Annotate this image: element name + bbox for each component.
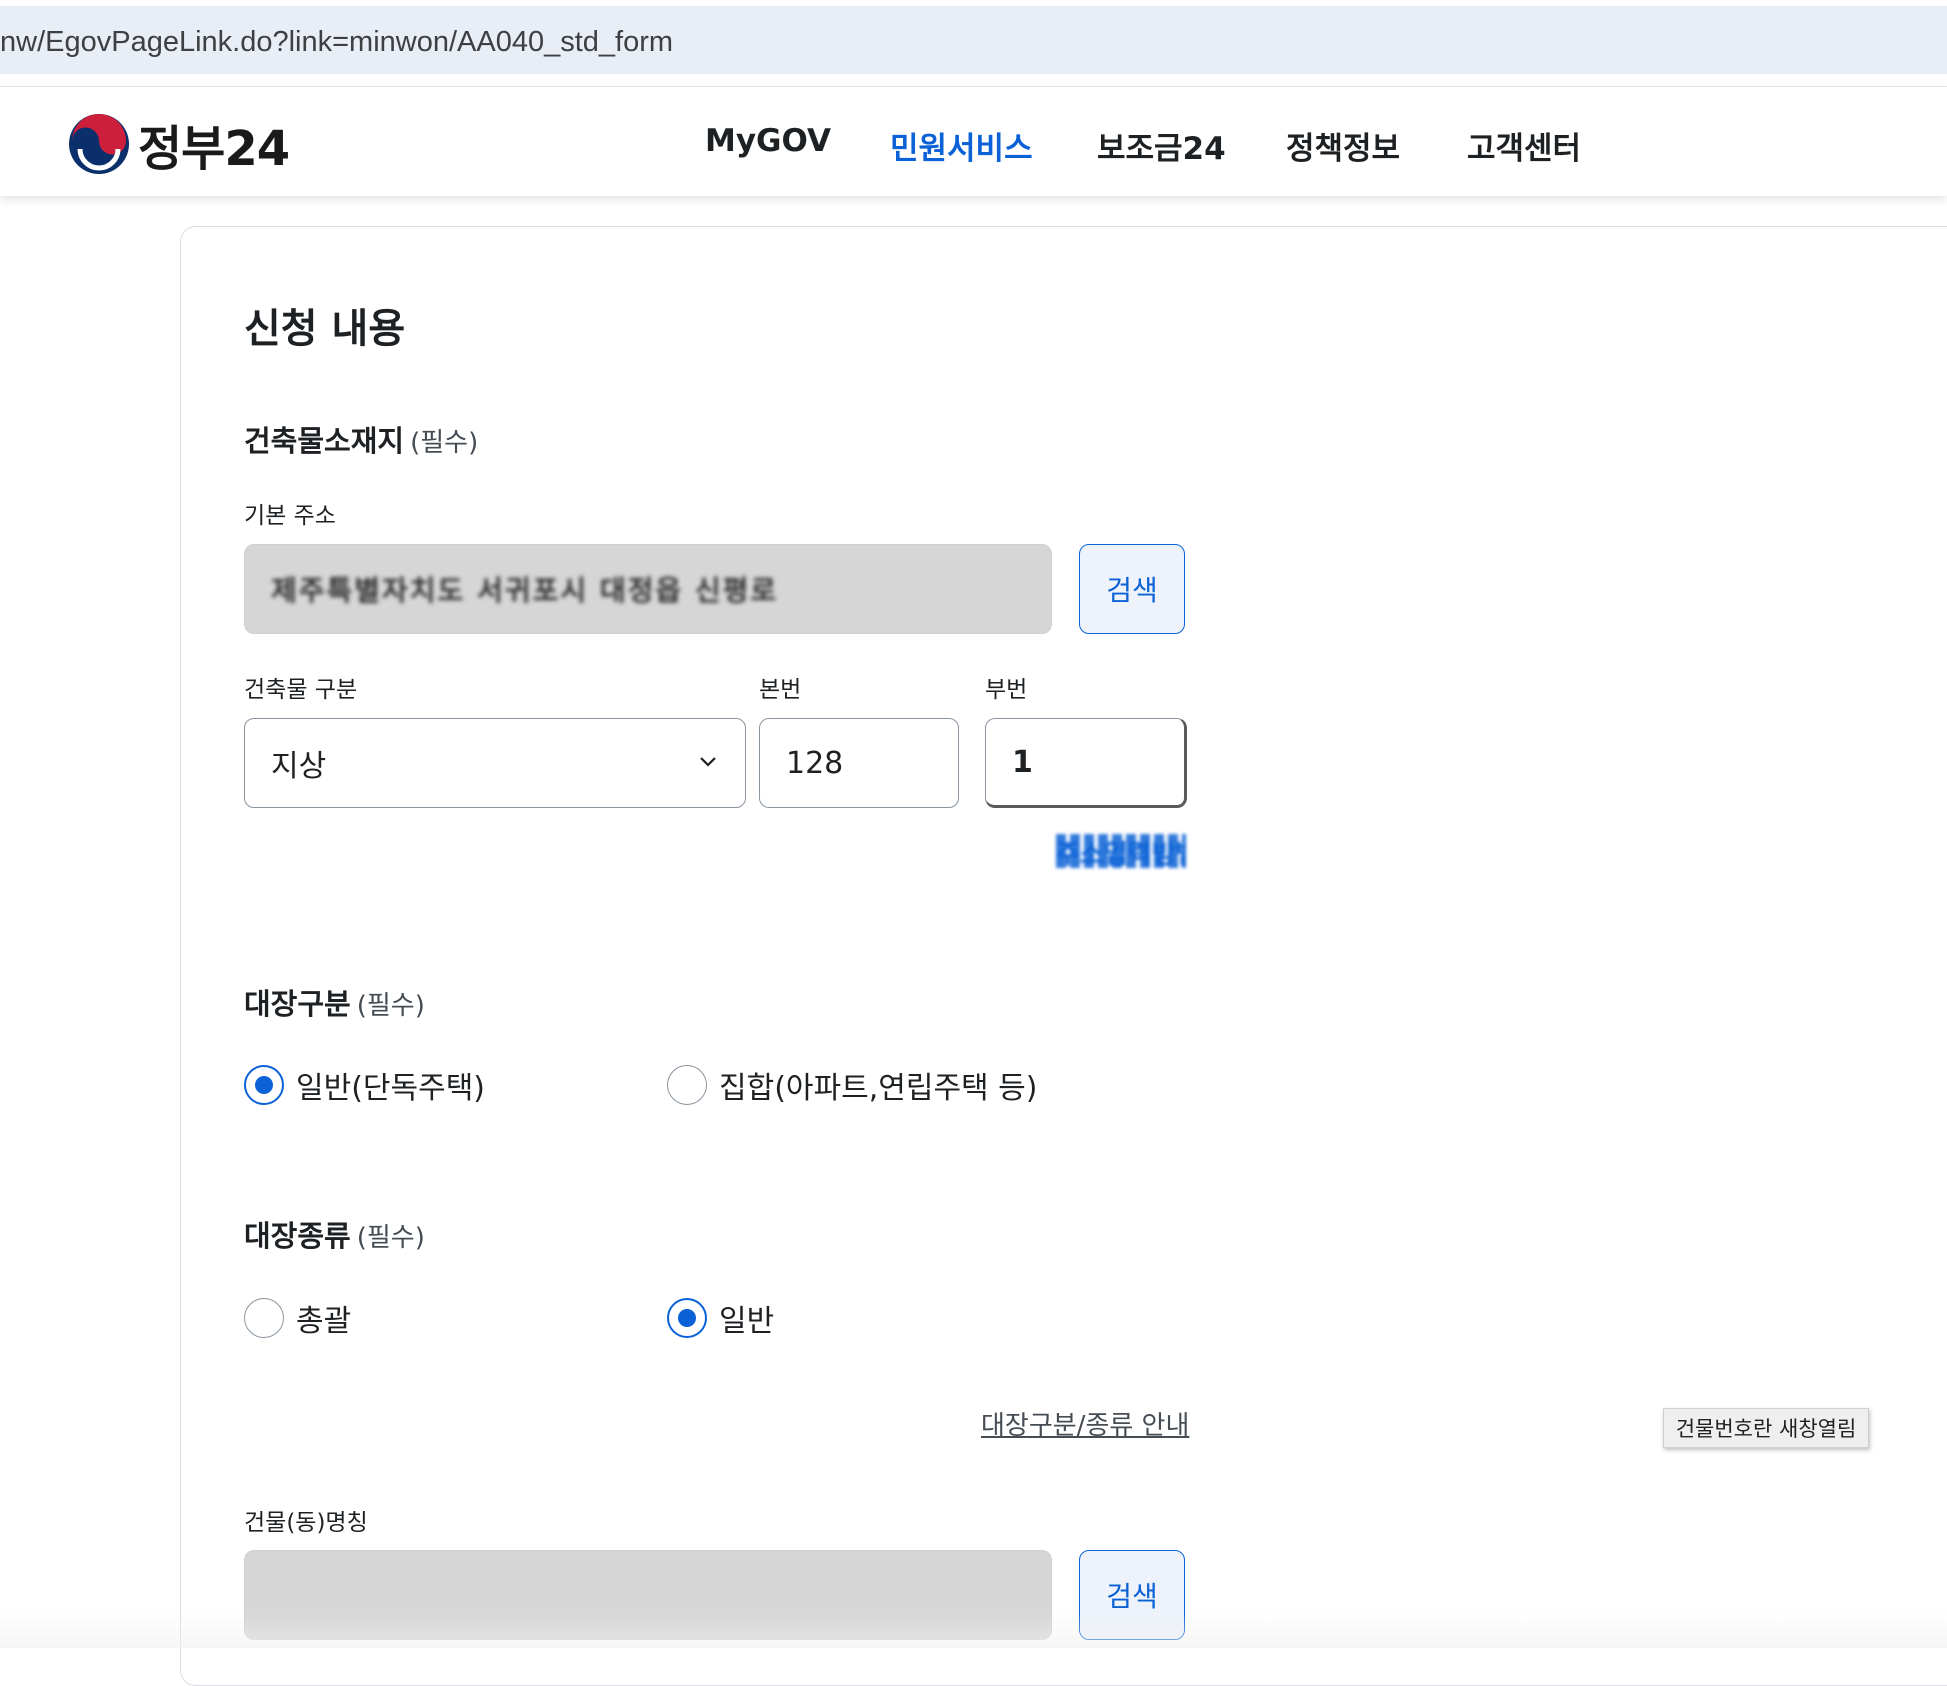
sub-number-input[interactable]: 1 (985, 718, 1187, 808)
nav-item-customer-center[interactable]: 고객센터 (1467, 123, 1581, 168)
chevron-down-icon (700, 757, 716, 767)
radio-ledger-collective[interactable]: 집합(아파트,연립주택 등) (667, 1063, 1037, 1107)
radio-unchecked-icon[interactable] (667, 1065, 707, 1105)
nav-item-minwon-service[interactable]: 민원서비스 (890, 123, 1033, 168)
radio-checked-icon[interactable] (244, 1065, 284, 1105)
nav-item-mygov[interactable]: MyGOV (705, 123, 831, 159)
required-mark: (필수) (356, 991, 425, 1021)
required-mark: (필수) (356, 1223, 425, 1253)
main-number-label: 본번 (759, 677, 802, 703)
radio-checked-icon[interactable] (667, 1298, 707, 1338)
radio-dot (255, 1076, 273, 1094)
section-title: 대장종류 (244, 1219, 351, 1253)
section-label-building-location: 건축물소재지 (필수) (244, 418, 478, 460)
section-title: 건축물소재지 (244, 424, 405, 458)
radio-unchecked-icon[interactable] (244, 1298, 284, 1338)
url-field[interactable]: nw/EgovPageLink.do?link=minwon/AA040_std… (0, 6, 1947, 74)
required-mark: (필수) (410, 428, 479, 458)
url-text[interactable]: nw/EgovPageLink.do?link=minwon/AA040_std… (0, 26, 673, 59)
site-header: 정부24 MyGOV 민원서비스 보조금24 정책정보 고객센터 (0, 86, 1947, 196)
site-logo-text[interactable]: 정부24 (138, 109, 290, 179)
building-name-field[interactable] (244, 1550, 1052, 1640)
taegeuk-icon[interactable] (66, 111, 132, 177)
nav-item-policy-info[interactable]: 정책정보 (1286, 123, 1400, 168)
radio-ledger-type-general[interactable]: 일반 (667, 1296, 774, 1340)
radio-ledger-type-summary[interactable]: 총괄 (244, 1296, 351, 1340)
base-address-value: 제주특별자치도 서귀포시 대정읍 신평로 (271, 574, 779, 607)
base-address-label: 기본 주소 (244, 503, 336, 529)
base-address-field[interactable]: 제주특별자치도 서귀포시 대정읍 신평로 (244, 544, 1052, 634)
building-type-selected-value: 지상 (271, 749, 327, 784)
radio-label: 일반(단독주택) (296, 1071, 486, 1106)
sub-number-value: 1 (1012, 744, 1033, 780)
ledger-guide-link[interactable]: 대장구분/종류 안내 (981, 1405, 1189, 1442)
nav-item-subsidy24[interactable]: 보조금24 (1097, 123, 1226, 168)
page-title: 신청 내용 (244, 306, 406, 352)
radio-label: 집합(아파트,연립주택 등) (719, 1071, 1038, 1106)
building-name-search-button[interactable]: 검색 (1079, 1550, 1185, 1640)
sub-number-label: 부번 (985, 677, 1028, 703)
address-help-link[interactable]: 주소입력방법 (1056, 834, 1186, 868)
address-search-button[interactable]: 검색 (1079, 544, 1185, 634)
radio-label: 총괄 (296, 1304, 352, 1339)
radio-dot (678, 1309, 696, 1327)
main-number-value: 128 (786, 745, 844, 781)
radio-ledger-general-detached[interactable]: 일반(단독주택) (244, 1063, 485, 1107)
radio-label: 일반 (719, 1304, 775, 1339)
section-label-ledger-category: 대장구분 (필수) (244, 981, 425, 1023)
building-type-label: 건축물 구분 (244, 677, 358, 703)
browser-url-bar: nw/EgovPageLink.do?link=minwon/AA040_std… (0, 0, 1947, 80)
section-label-ledger-type: 대장종류 (필수) (244, 1213, 425, 1255)
building-type-select[interactable]: 지상 (244, 718, 746, 808)
main-number-input[interactable]: 128 (759, 718, 959, 808)
section-title: 대장구분 (244, 987, 351, 1021)
tooltip: 건물번호란 새창열림 (1663, 1408, 1869, 1448)
building-name-label: 건물(동)명칭 (244, 1510, 368, 1536)
